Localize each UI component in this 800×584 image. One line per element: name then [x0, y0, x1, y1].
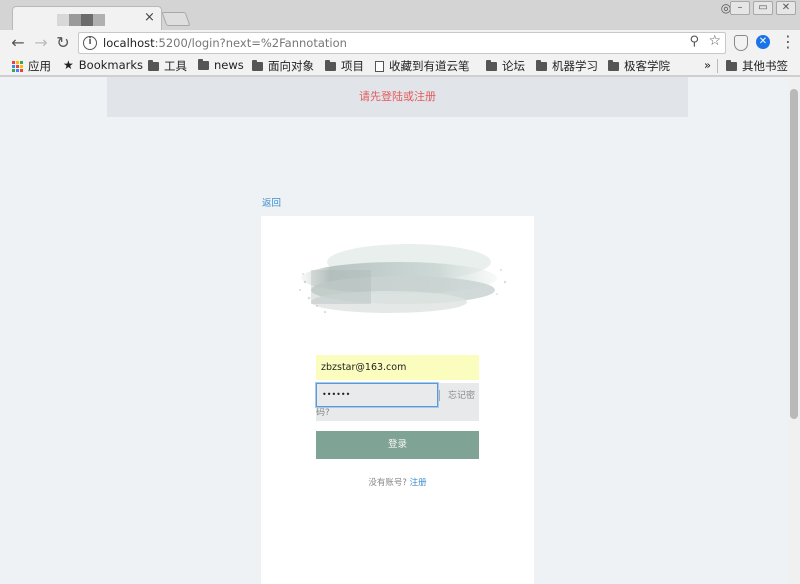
tab-close-icon[interactable]: ×: [144, 10, 155, 26]
browser-tab[interactable]: ×: [12, 6, 162, 30]
bookmark-label: 极客学院: [624, 59, 670, 73]
reload-icon[interactable]: ↻: [53, 33, 73, 53]
password-row: 忘记密 码? ••••••: [316, 383, 479, 421]
bookmark-folder-tools[interactable]: 工具: [148, 58, 187, 74]
maximize-icon[interactable]: ▭: [753, 1, 773, 15]
scrollbar-thumb[interactable]: [790, 89, 798, 419]
folder-icon: [252, 59, 263, 71]
address-bar[interactable]: i localhost:5200/login?next=%2Fannotatio…: [78, 32, 726, 54]
forward-arrow-icon[interactable]: →: [31, 33, 51, 53]
bookmark-label: Bookmarks: [78, 58, 144, 72]
chevron-double-right-icon: »: [704, 58, 712, 72]
url-text[interactable]: localhost:5200/login?next=%2Fannotation: [103, 36, 347, 50]
apps-icon: [12, 60, 23, 72]
bookmark-folder-ml[interactable]: 机器学习: [536, 58, 598, 74]
star-icon: ★: [63, 58, 74, 72]
bookmark-label: 面向对象: [268, 59, 314, 73]
bookmark-label: 项目: [341, 59, 364, 73]
folder-icon: [536, 59, 547, 71]
close-window-icon[interactable]: ✕: [776, 1, 796, 15]
menu-icon[interactable]: ⋮: [780, 33, 796, 51]
bookmarks-overflow[interactable]: »: [704, 58, 711, 72]
window-controls: – ▭ ✕: [730, 1, 796, 15]
folder-icon: [486, 59, 497, 71]
info-icon[interactable]: i: [83, 36, 97, 50]
bookmark-label: 机器学习: [552, 59, 598, 73]
bookmark-label: 收藏到有道云笔: [389, 59, 470, 73]
bookmark-folder-forum[interactable]: 论坛: [486, 58, 525, 74]
bookmark-label: 论坛: [502, 59, 525, 73]
folder-icon: [325, 59, 336, 71]
scrollbar[interactable]: [788, 77, 800, 584]
url-path: :5200/login?next=%2Fannotation: [154, 36, 347, 50]
zoom-icon[interactable]: ⚲: [689, 34, 699, 49]
password-input[interactable]: ••••••: [316, 383, 438, 407]
email-input[interactable]: zbzstar@163.com: [316, 355, 479, 380]
folder-icon: [148, 59, 159, 71]
shield-extension-icon[interactable]: [734, 35, 748, 51]
folder-icon: [726, 59, 737, 71]
bookmark-label: 其他书签: [742, 59, 788, 73]
browser-toolbar: ← → ↻ i localhost:5200/login?next=%2Fann…: [0, 30, 800, 56]
brush-stroke-logo: [299, 244, 507, 314]
blue-extension-icon[interactable]: ✕: [756, 35, 770, 49]
back-arrow-icon[interactable]: ←: [8, 33, 28, 53]
url-host: localhost: [103, 36, 155, 50]
bookmark-star-icon[interactable]: ☆: [708, 33, 721, 49]
folder-icon: [608, 59, 619, 71]
login-required-alert: 请先登陆或注册: [107, 77, 688, 117]
register-prompt: 没有账号? 注册: [261, 476, 534, 488]
register-link[interactable]: 注册: [410, 478, 427, 488]
minimize-icon[interactable]: –: [730, 1, 750, 15]
page-viewport: 请先登陆或注册 返回 zbzstar@163.com 忘记密 码? ••••••…: [0, 77, 788, 584]
bookmark-other[interactable]: 其他书签: [726, 58, 788, 74]
back-link[interactable]: 返回: [262, 195, 281, 209]
bookmark-label: news: [214, 58, 244, 72]
no-account-text: 没有账号?: [368, 478, 407, 488]
folder-icon: [198, 58, 209, 70]
bookmark-folder-oop[interactable]: 面向对象: [252, 58, 314, 74]
divider: [439, 390, 440, 401]
login-button[interactable]: 登录: [316, 431, 479, 459]
bookmark-youdao[interactable]: 收藏到有道云笔: [375, 58, 475, 74]
bookmarks-divider: [717, 59, 718, 73]
bookmark-folder-news[interactable]: news: [198, 58, 244, 72]
bookmark-folder-projects[interactable]: 项目: [325, 58, 364, 74]
bookmark-folder-jike[interactable]: 极客学院: [608, 58, 670, 74]
login-card: zbzstar@163.com 忘记密 码? •••••• 登录 没有账号? 注…: [261, 216, 534, 584]
bookmark-label: 应用: [28, 59, 51, 73]
bookmark-label: 工具: [164, 59, 187, 73]
forgot-password-text-1: 忘记密: [448, 391, 476, 401]
new-tab-button[interactable]: [161, 12, 191, 26]
tab-title-blurred: [57, 14, 105, 26]
page-icon: [375, 60, 384, 72]
bookmarks-bar: 应用 ★ Bookmarks 工具 news 面向对象 项目 收藏到有道云笔 论…: [0, 56, 800, 76]
bookmark-apps[interactable]: 应用: [12, 58, 51, 74]
tab-strip: × ◎ – ▭ ✕: [0, 0, 800, 30]
bookmark-bookmarks[interactable]: ★ Bookmarks: [63, 58, 143, 72]
